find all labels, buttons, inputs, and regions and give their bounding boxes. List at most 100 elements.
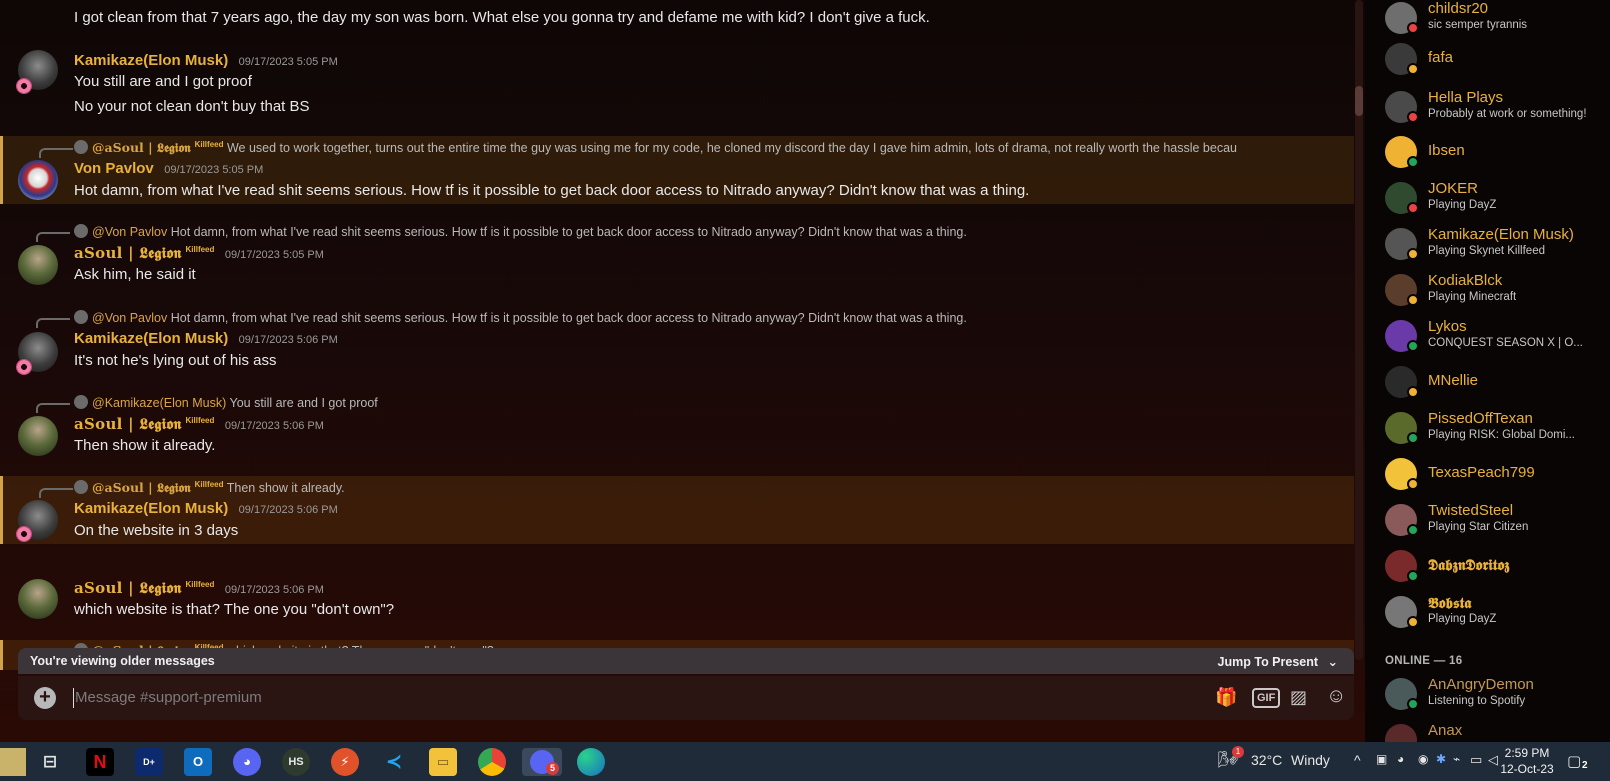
member-item[interactable]: Lykos CONQUEST SEASON X | O... (1385, 314, 1610, 358)
member-item[interactable]: Ibsen (1385, 130, 1610, 174)
timestamp: 09/17/2023 5:06 PM (238, 504, 338, 516)
online-section-header: ONLINE — 16 (1385, 655, 1463, 667)
notification-icon[interactable]: ▢ (1567, 752, 1581, 770)
member-item[interactable]: TwistedSteel Playing Star Citizen (1385, 498, 1610, 542)
message-input[interactable]: Message #support-premium (75, 689, 262, 706)
clock[interactable]: 2:59 PM 12-Oct-23 (1497, 745, 1557, 777)
member-item[interactable]: AnAngryDemon Listening to Spotify (1385, 672, 1610, 716)
reply-username[interactable]: @aSoul | 𝕷𝖊𝖌𝖎𝖔𝖓 (92, 140, 191, 155)
edge-icon[interactable] (577, 748, 605, 776)
username[interactable]: Kamikaze(Elon Musk) (74, 500, 228, 517)
member-item[interactable]: Hella Plays Probably at work or something… (1385, 85, 1610, 129)
file-explorer-icon[interactable]: ▭ (429, 748, 457, 776)
message-continuation: I got clean from that 7 years ago, the d… (0, 0, 1354, 36)
gif-button[interactable]: GIF (1252, 688, 1281, 708)
member-item[interactable]: PissedOffTexan Playing RISK: Global Domi.… (1385, 406, 1610, 450)
member-name: childsr20 (1428, 0, 1489, 17)
network-drive-icon[interactable]: ▣ (1376, 752, 1387, 766)
message-text: Ask him, he said it (74, 266, 196, 283)
role-tag: Killfeed (185, 579, 215, 589)
emoji-icon[interactable]: ☺ (1326, 685, 1346, 708)
orange-app-icon[interactable]: ⚡ (331, 748, 359, 776)
member-item[interactable]: JOKER Playing DayZ (1385, 176, 1610, 220)
username[interactable]: Kamikaze(Elon Musk) (74, 330, 228, 347)
scrollbar-thumb[interactable] (1355, 86, 1363, 116)
avatar[interactable] (18, 160, 58, 200)
weather-temp[interactable]: 32°C (1251, 752, 1282, 768)
username[interactable]: aSoul | 𝕷𝖊𝖌𝖎𝖔𝖓 (74, 244, 182, 262)
netflix-icon[interactable]: N (86, 748, 114, 776)
username[interactable]: aSoul | 𝕷𝖊𝖌𝖎𝖔𝖓 (74, 415, 182, 433)
message: @Kamikaze(Elon Musk) You still are and I… (0, 391, 1354, 463)
member-item[interactable]: childsr20 sic semper tyrannis (1385, 0, 1610, 40)
username[interactable]: Kamikaze(Elon Musk) (74, 52, 228, 69)
disney-plus-icon[interactable]: D+ (135, 748, 163, 776)
reply-username[interactable]: @aSoul | 𝕷𝖊𝖌𝖎𝖔𝖓 (92, 480, 191, 495)
reply-spine (39, 488, 73, 498)
chrome-icon[interactable] (478, 748, 506, 776)
outlook-icon[interactable]: O (184, 748, 212, 776)
message-text: I got clean from that 7 years ago, the d… (74, 9, 930, 26)
hs-app-icon[interactable]: HS (282, 748, 310, 776)
reply-text: Then show it already. (226, 481, 345, 496)
username[interactable]: Von Pavlov (74, 160, 154, 177)
username[interactable]: aSoul | 𝕷𝖊𝖌𝖎𝖔𝖓 (74, 579, 182, 597)
member-item[interactable]: KodiakBlck Playing Minecraft (1385, 268, 1610, 312)
status-idle-icon (1407, 63, 1419, 75)
member-name: TexasPeach799 (1428, 464, 1535, 481)
desktop-widget-icon[interactable] (0, 748, 26, 776)
member-item[interactable]: MNellie (1385, 360, 1610, 404)
reply-username[interactable]: @Kamikaze(Elon Musk) (92, 396, 226, 410)
status-idle-icon (1407, 294, 1419, 306)
reply-preview[interactable]: @Kamikaze(Elon Musk) You still are and I… (74, 395, 1304, 410)
member-item[interactable]: Kamikaze(Elon Musk) Playing Skynet Killfe… (1385, 222, 1610, 266)
member-item[interactable]: 𝕯𝖆𝖇𝖟𝖓𝕯𝖔𝖗𝖎𝖙𝖔𝖟 (1385, 544, 1610, 588)
avatar[interactable] (18, 416, 58, 456)
discord-icon[interactable]: ◕ (233, 748, 261, 776)
member-name: 𝕯𝖆𝖇𝖟𝖓𝕯𝖔𝖗𝖎𝖙𝖔𝖟 (1428, 556, 1510, 574)
member-item[interactable]: fafa (1385, 37, 1610, 81)
older-messages-bar: You're viewing older messages Jump To Pr… (18, 648, 1354, 674)
chevron-up-icon[interactable]: ^ (1354, 752, 1361, 768)
reply-preview[interactable]: @Von Pavlov Hot damn, from what I've rea… (74, 310, 1304, 325)
edge-tray-icon[interactable]: ◉ (1418, 752, 1428, 766)
member-name: fafa (1428, 49, 1454, 66)
member-item[interactable]: TexasPeach799 (1385, 452, 1610, 496)
notification-count: 2 (1582, 760, 1588, 771)
timestamp: 09/17/2023 5:06 PM (238, 334, 338, 346)
text-caret (73, 688, 74, 708)
member-item[interactable]: Anax (1385, 718, 1610, 742)
jump-to-present-button[interactable]: Jump To Present ⌄ (1218, 654, 1338, 669)
reply-username[interactable]: @Von Pavlov (92, 311, 167, 325)
avatar[interactable] (18, 245, 58, 285)
discord-active-icon[interactable]: 5 (522, 748, 562, 776)
gift-icon[interactable]: 🎁 (1215, 687, 1237, 708)
reply-username[interactable]: @Von Pavlov (92, 225, 167, 239)
message-text: No your not clean don't buy that BS (74, 98, 310, 115)
sticker-icon[interactable]: ▨ (1290, 687, 1307, 708)
monitor-icon[interactable]: ▭ (1470, 752, 1482, 768)
task-view-icon[interactable]: ⊟ (36, 748, 64, 776)
member-name: 𝕭𝖔𝖇𝖘𝖙𝖆 (1428, 594, 1472, 612)
discord-badge: 5 (546, 762, 559, 775)
member-activity: Playing DayZ (1428, 613, 1497, 625)
status-dnd-icon (1407, 111, 1419, 123)
discord-tray-icon[interactable]: ◕ (1397, 752, 1404, 766)
power-plug-icon[interactable]: ⌁ (1453, 752, 1460, 766)
member-item[interactable]: 𝕭𝖔𝖇𝖘𝖙𝖆 Playing DayZ (1385, 590, 1610, 634)
reply-text: You still are and I got proof (229, 396, 378, 410)
vscode-icon[interactable]: ≺ (380, 748, 408, 776)
member-name: Ibsen (1428, 142, 1465, 159)
chat-scrollbar[interactable] (1355, 0, 1363, 660)
clock-time: 2:59 PM (1504, 746, 1550, 760)
timestamp: 09/17/2023 5:05 PM (224, 249, 324, 261)
reply-preview[interactable]: @aSoul | 𝕷𝖊𝖌𝖎𝖔𝖓 Killfeed Then show it alr… (74, 480, 1304, 496)
bluetooth-icon[interactable]: ✱ (1436, 752, 1446, 766)
weather-desc[interactable]: Windy (1291, 752, 1330, 768)
avatar[interactable] (18, 579, 58, 619)
add-attachment-button[interactable]: + (34, 687, 56, 709)
member-list: childsr20 sic semper tyrannis fafa Hella Pl… (1365, 0, 1610, 742)
reply-preview[interactable]: @aSoul | 𝕷𝖊𝖌𝖎𝖔𝖓 Killfeed We used to work … (74, 140, 1304, 156)
status-idle-icon (1407, 616, 1419, 628)
reply-preview[interactable]: @Von Pavlov Hot damn, from what I've rea… (74, 224, 1304, 239)
